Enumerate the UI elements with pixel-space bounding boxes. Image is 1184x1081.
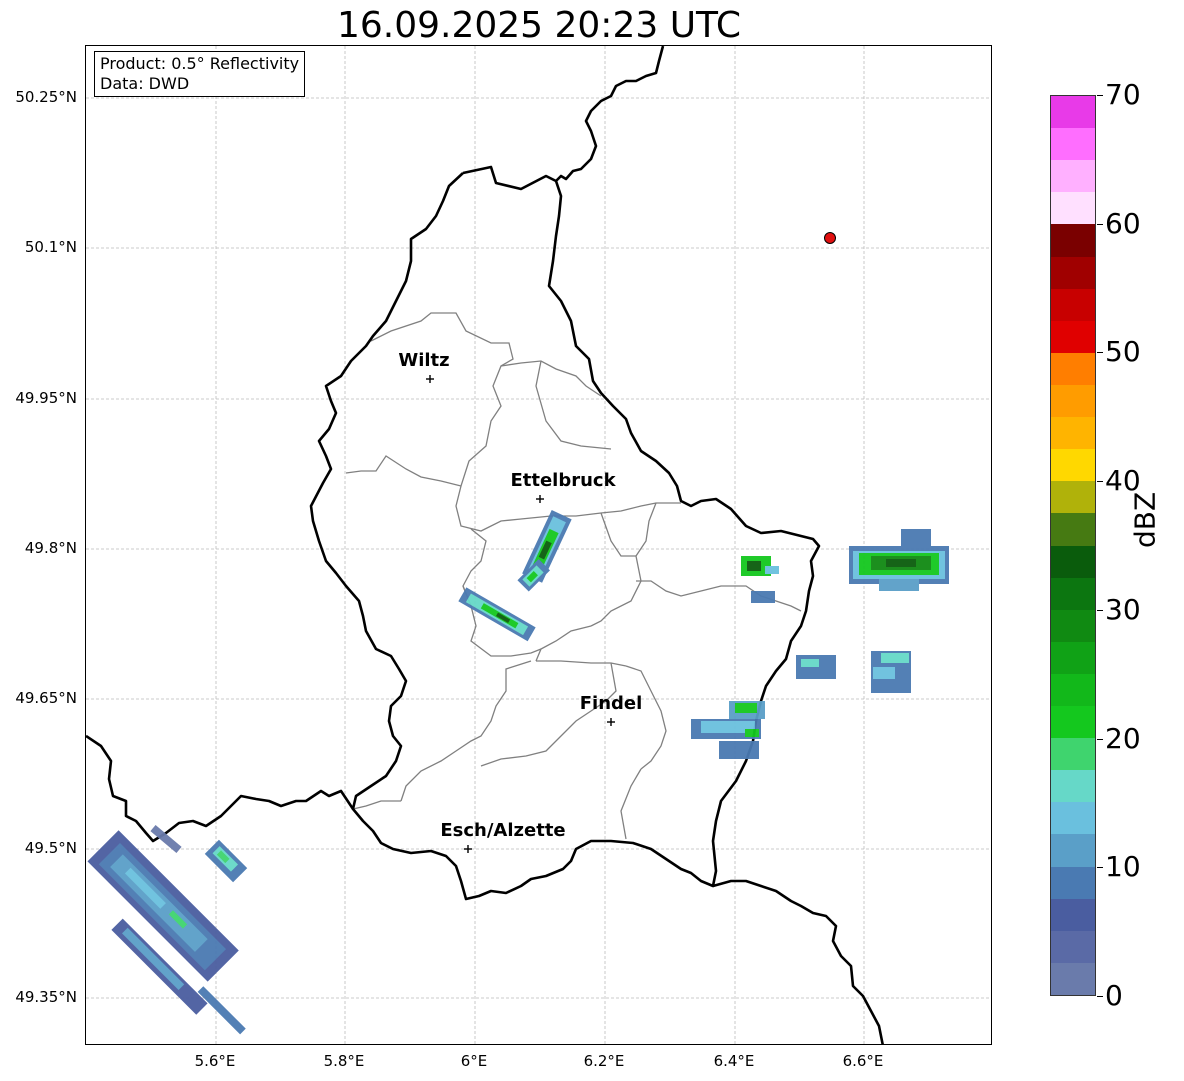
colorbar-segment [1051, 737, 1095, 771]
colorbar-tick [1097, 609, 1103, 611]
colorbar-segment [1051, 223, 1095, 257]
dbz-colorbar [1050, 95, 1096, 996]
colorbar-segment [1051, 127, 1095, 161]
colorbar-segment [1051, 512, 1095, 546]
city-label-findel: Findel [579, 693, 643, 714]
lat-label: 49.65°N [15, 689, 77, 707]
colorbar-segment [1051, 191, 1095, 225]
colorbar-segment [1051, 352, 1095, 385]
colorbar-title: dBZ [1128, 491, 1162, 548]
colorbar-segment [1051, 769, 1095, 803]
colorbar-tick-label: 30 [1105, 592, 1141, 626]
colorbar-tick [1097, 95, 1103, 96]
colorbar-tick [1097, 867, 1103, 869]
colorbar-segment [1051, 384, 1095, 418]
colorbar-tick [1097, 738, 1103, 740]
colorbar-segment [1051, 898, 1095, 931]
colorbar-tick-label: 70 [1105, 78, 1141, 111]
lon-label: 5.8°E [323, 1052, 365, 1070]
colorbar-segment [1051, 545, 1095, 578]
colorbar-segment [1051, 833, 1095, 867]
colorbar-segment [1051, 705, 1095, 739]
lat-label: 49.5°N [24, 839, 77, 857]
colorbar-tick [1097, 223, 1103, 225]
map-title: 16.09.2025 20:23 UTC [336, 5, 742, 46]
colorbar-tick-label: 10 [1105, 850, 1141, 884]
city-label-esch-alzette: Esch/Alzette [440, 820, 566, 841]
colorbar-segment [1051, 641, 1095, 674]
colorbar-segment [1051, 480, 1095, 514]
colorbar-tick-label: 20 [1105, 721, 1141, 755]
colorbar-segment [1051, 866, 1095, 899]
colorbar-segment [1051, 96, 1095, 129]
colorbar-tick-label: 0 [1105, 979, 1123, 1012]
colorbar-segment [1051, 288, 1095, 321]
data-source-label: Data: DWD [100, 74, 190, 93]
colorbar-segment [1051, 577, 1095, 610]
radar-echoes [87, 510, 949, 1035]
lon-label: 6°E [460, 1052, 488, 1070]
colorbar-segment [1051, 448, 1095, 482]
radar-map[interactable] [85, 45, 992, 1045]
colorbar-segment [1051, 159, 1095, 193]
colorbar-segment [1051, 801, 1095, 835]
colorbar-segment [1051, 962, 1095, 995]
colorbar-segment [1051, 416, 1095, 450]
city-label-wiltz: Wiltz [398, 350, 450, 371]
colorbar-segment [1051, 609, 1095, 642]
lon-label: 6.4°E [713, 1052, 755, 1070]
lon-label: 5.6°E [194, 1052, 236, 1070]
colorbar-tick-label: 50 [1105, 335, 1141, 369]
colorbar-segment [1051, 930, 1095, 963]
colorbar-tick [1097, 352, 1103, 354]
canton-borders [345, 312, 802, 840]
product-label: Product: 0.5° Reflectivity [100, 54, 300, 73]
map-canvas [86, 46, 991, 1044]
colorbar-tick [1097, 481, 1103, 483]
radar-site-marker [824, 232, 836, 244]
product-info-box: Product: 0.5° Reflectivity Data: DWD [94, 51, 306, 97]
city-label-ettelbruck: Ettelbruck [510, 470, 616, 491]
lat-label: 49.95°N [15, 389, 77, 407]
lat-label: 49.8°N [24, 539, 77, 557]
lat-label: 50.1°N [24, 238, 77, 256]
colorbar-segment [1051, 673, 1095, 707]
colorbar-tick [1097, 996, 1103, 997]
lon-label: 6.6°E [842, 1052, 884, 1070]
lat-label: 49.35°N [15, 988, 77, 1006]
colorbar-segment [1051, 320, 1095, 353]
colorbar-tick-label: 60 [1105, 206, 1141, 240]
colorbar-segment [1051, 256, 1095, 289]
lat-label: 50.25°N [15, 88, 77, 106]
lon-label: 6.2°E [583, 1052, 625, 1070]
